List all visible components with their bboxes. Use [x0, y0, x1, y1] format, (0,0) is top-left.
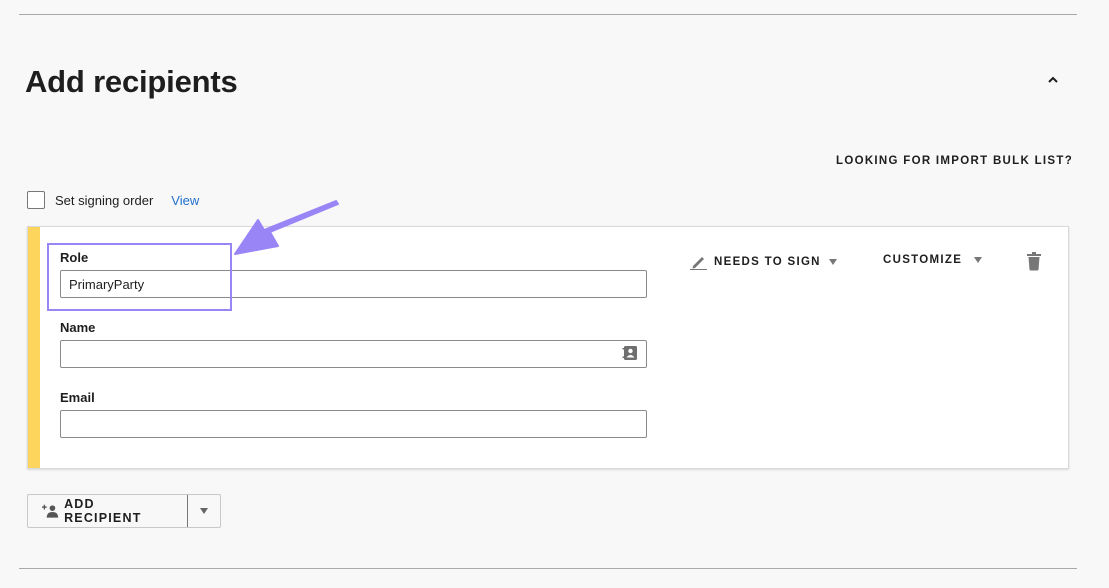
top-divider — [19, 14, 1077, 15]
name-input[interactable] — [60, 340, 647, 368]
email-label: Email — [60, 390, 95, 405]
recipient-action-dropdown[interactable]: NEEDS TO SIGN — [690, 254, 837, 270]
bottom-divider — [19, 568, 1077, 569]
signing-order-row: Set signing order View — [27, 191, 199, 209]
import-bulk-list-link[interactable]: LOOKING FOR IMPORT BULK LIST? — [836, 155, 1073, 167]
customize-label: CUSTOMIZE — [883, 254, 963, 266]
name-label: Name — [60, 320, 96, 335]
role-label: Role — [60, 250, 89, 265]
role-input[interactable] — [60, 270, 647, 298]
pen-icon — [690, 257, 707, 270]
recipient-action-label: NEEDS TO SIGN — [714, 256, 821, 268]
caret-down-icon — [828, 259, 837, 265]
section-title: Add recipients — [25, 64, 238, 99]
recipient-card: Role Name Email NEEDS TO SIGN CUSTOMIZE — [27, 226, 1069, 469]
signing-order-label: Set signing order — [55, 192, 154, 208]
signing-order-checkbox[interactable] — [27, 191, 45, 209]
customize-dropdown[interactable]: CUSTOMIZE — [883, 254, 983, 266]
add-recipient-button[interactable]: ADD RECIPIENT — [28, 495, 188, 527]
caret-down-icon — [200, 508, 208, 514]
caret-down-icon — [974, 257, 983, 263]
add-recipient-split-button: ADD RECIPIENT — [27, 494, 221, 528]
add-recipient-label: ADD RECIPIENT — [64, 497, 142, 525]
chevron-up-icon[interactable] — [1043, 70, 1063, 90]
add-recipient-options-button[interactable] — [188, 495, 220, 527]
contacts-icon[interactable] — [622, 345, 638, 361]
email-input[interactable] — [60, 410, 647, 438]
view-signing-order-link[interactable]: View — [171, 193, 199, 208]
recipient-color-stripe — [28, 227, 40, 468]
trash-icon[interactable] — [1025, 251, 1043, 271]
add-person-icon — [42, 504, 59, 518]
